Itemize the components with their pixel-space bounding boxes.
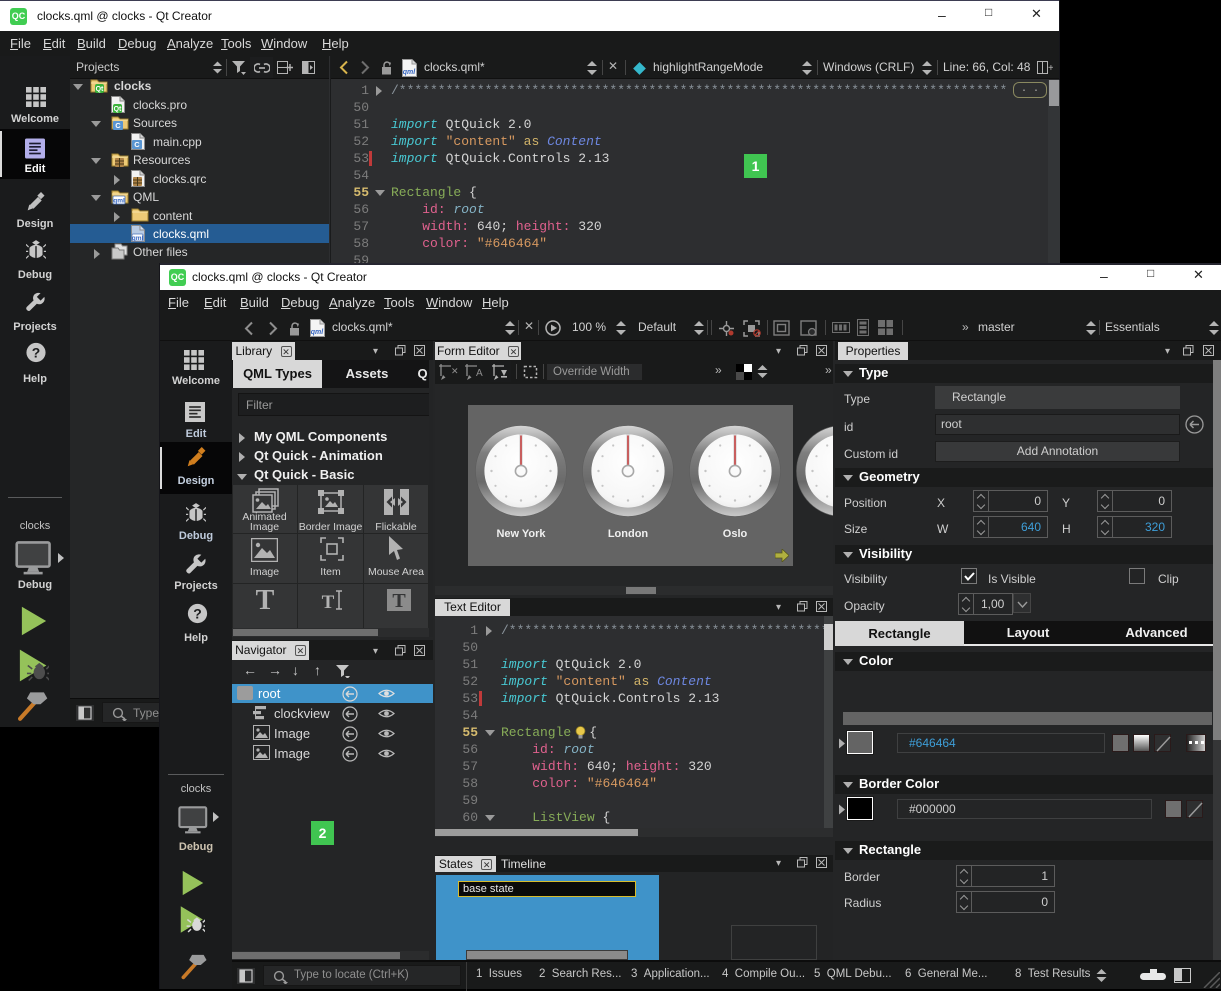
svg-text:C: C	[115, 121, 121, 130]
svg-text:T: T	[322, 592, 335, 612]
svg-text:✕: ✕	[451, 366, 458, 376]
svg-text:?: ?	[193, 605, 202, 621]
svg-text:A: A	[476, 368, 483, 379]
svg-text:T: T	[256, 588, 275, 612]
svg-text:+: +	[1048, 63, 1053, 74]
svg-text:C: C	[134, 140, 140, 149]
svg-text:qml: qml	[311, 329, 325, 336]
svg-text:Qt: Qt	[96, 86, 104, 93]
svg-text:T: T	[392, 590, 406, 611]
svg-text:qml: qml	[403, 69, 417, 76]
svg-text:qml: qml	[113, 198, 125, 205]
svg-text:qml: qml	[132, 235, 144, 242]
svg-text:?: ?	[32, 344, 41, 360]
svg-text:Qt: Qt	[114, 106, 122, 113]
